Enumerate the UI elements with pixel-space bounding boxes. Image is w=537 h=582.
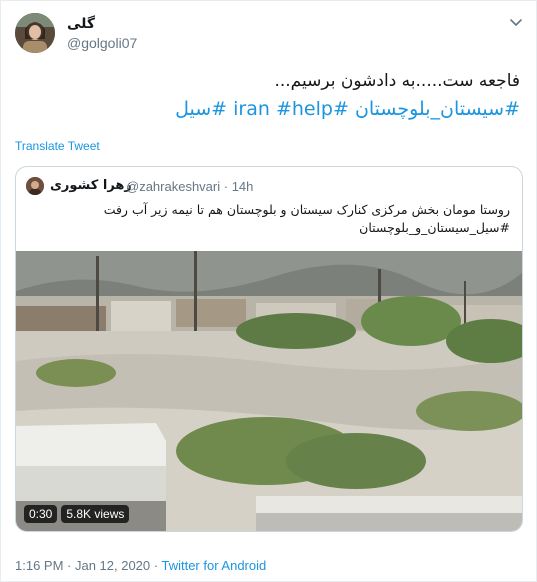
video-frame (16, 251, 522, 531)
quoted-time[interactable]: 14h (232, 179, 254, 194)
hashtag-link[interactable]: #help (276, 98, 333, 120)
quoted-avatar[interactable] (26, 177, 44, 195)
hashtag-link[interactable]: #سیل (175, 98, 227, 120)
video-badges: 0:30 5.8K views (24, 505, 130, 523)
video-player[interactable]: 0:30 5.8K views (16, 251, 522, 531)
tweet-text-line: فاجعه ست.....به دادشون برسیم... (274, 71, 520, 91)
quoted-text-line: روستا مومان بخش مرکزی کنارک سیستان و بلو… (103, 202, 510, 217)
avatar[interactable] (15, 13, 55, 53)
quoted-text: روستا مومان بخش مرکزی کنارک سیستان و بلو… (30, 201, 510, 237)
quoted-hashtag[interactable]: #سیل_سیستان_و_بلوچستان (30, 219, 510, 237)
quoted-handle-time: @zahrakeshvari · 14h (126, 179, 254, 194)
tweet-timestamp[interactable]: 1:16 PM · Jan 12, 2020 · (15, 558, 161, 573)
translate-tweet-link[interactable]: Translate Tweet (15, 139, 100, 153)
video-duration: 0:30 (24, 505, 58, 523)
tweet-text: فاجعه ست.....به دادشون برسیم... #سیستان_… (15, 67, 520, 123)
chevron-down-icon[interactable] (508, 14, 524, 30)
author-handle[interactable]: @golgoli07 (67, 35, 137, 51)
tweet-card: گلی @golgoli07 فاجعه ست.....به دادشون بر… (0, 0, 537, 582)
author-display-name[interactable]: گلی (67, 15, 95, 32)
quoted-handle[interactable]: @zahrakeshvari (126, 179, 220, 194)
quoted-display-name[interactable]: زهرا کشوری (50, 178, 132, 193)
video-views: 5.8K views (61, 505, 130, 523)
tweet-hashtags: #سیستان_بلوچستان #iran #help #سیل (15, 95, 520, 123)
tweet-meta: 1:16 PM · Jan 12, 2020 · Twitter for And… (15, 558, 266, 573)
hashtag-link[interactable]: #سیستان_بلوچستان (355, 98, 520, 120)
tweet-source-link[interactable]: Twitter for Android (161, 558, 266, 573)
quoted-tweet[interactable]: زهرا کشوری @zahrakeshvari · 14h روستا مو… (15, 166, 523, 532)
